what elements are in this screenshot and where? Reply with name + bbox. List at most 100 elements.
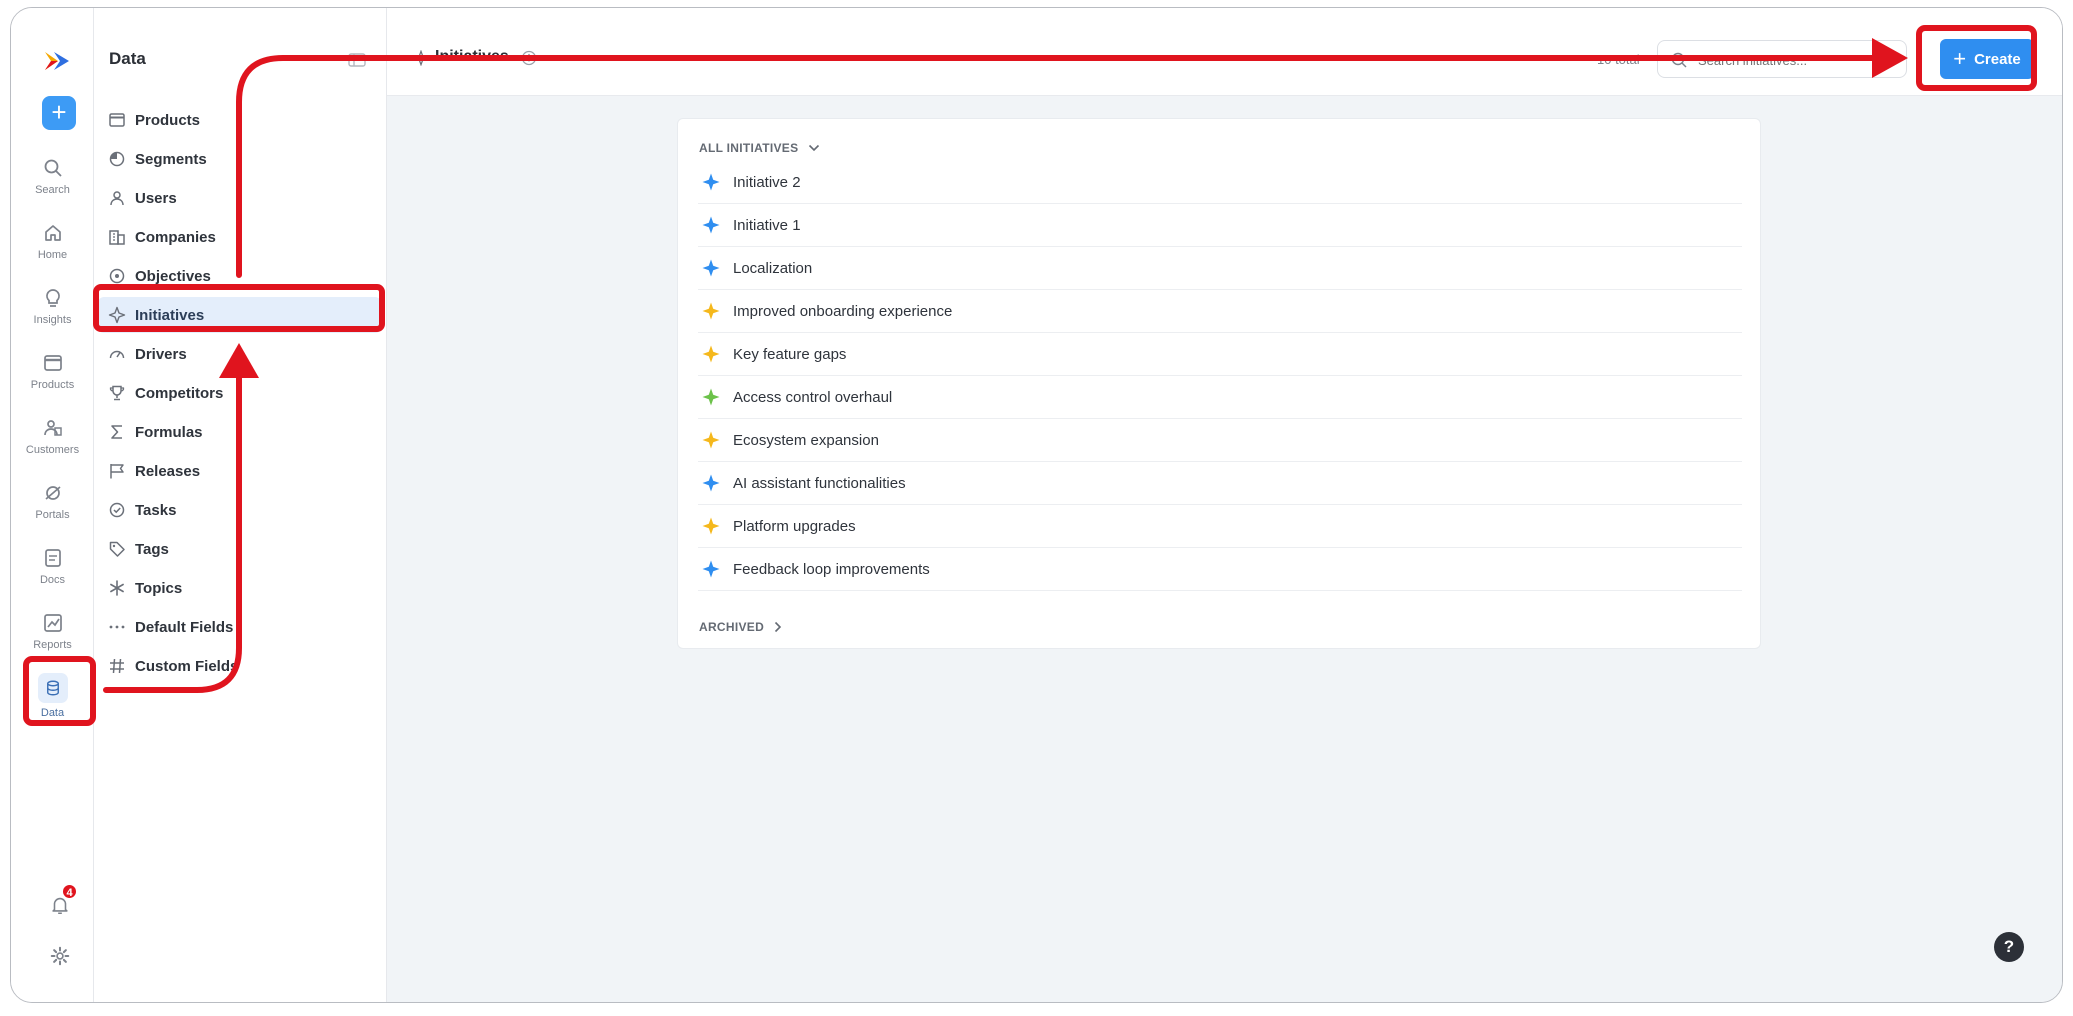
- sidebar-item-objectives[interactable]: Objectives: [98, 258, 381, 294]
- rail-item-search[interactable]: Search: [11, 156, 94, 196]
- sidebar-item-users[interactable]: Users: [98, 180, 381, 216]
- list-item[interactable]: Initiative 2: [698, 161, 1742, 204]
- sidebar-item-label: Custom Fields: [135, 657, 239, 675]
- rail-label: Customers: [25, 444, 80, 456]
- initiative-name: Localization: [733, 259, 813, 277]
- rail-label: Home: [37, 249, 68, 261]
- initiative-name: Feedback loop improvements: [733, 560, 930, 578]
- initiative-name: Access control overhaul: [733, 388, 893, 406]
- list-item[interactable]: Ecosystem expansion: [698, 419, 1742, 462]
- create-button-label: Create: [1974, 50, 2021, 68]
- rail-label: Docs: [39, 574, 66, 586]
- search-input[interactable]: [1698, 49, 1898, 71]
- rail-item-products[interactable]: Products: [11, 351, 94, 391]
- initiative-star-icon: [702, 388, 720, 406]
- initiative-name: Ecosystem expansion: [733, 431, 879, 449]
- hash-icon: [110, 658, 124, 674]
- group-header-label: ALL INITIATIVES: [699, 141, 799, 155]
- list-item[interactable]: Key feature gaps: [698, 333, 1742, 376]
- list-item[interactable]: AI assistant functionalities: [698, 462, 1742, 505]
- initiative-star-icon: [702, 173, 720, 191]
- initiative-name: Initiative 2: [733, 173, 801, 191]
- sidebar-item-formulas[interactable]: Formulas: [98, 414, 381, 450]
- sidebar-item-default-fields[interactable]: Default Fields: [98, 609, 381, 645]
- asterisk-icon: [110, 580, 124, 596]
- list-item[interactable]: Feedback loop improvements: [698, 548, 1742, 591]
- rail-item-insights[interactable]: Insights: [11, 286, 94, 326]
- list-item[interactable]: Initiative 1: [698, 204, 1742, 247]
- sidebar-item-label: Releases: [135, 462, 201, 480]
- sidebar-item-tasks[interactable]: Tasks: [98, 492, 381, 528]
- sidebar-item-label: Segments: [135, 150, 207, 168]
- rail-label: Data: [40, 707, 65, 719]
- rail-item-data[interactable]: Data: [11, 673, 94, 719]
- portal-icon: [44, 486, 61, 500]
- sidebar-title: Data: [109, 49, 146, 68]
- list-item[interactable]: Access control overhaul: [698, 376, 1742, 419]
- info-icon[interactable]: [521, 50, 537, 66]
- gauge-icon: [109, 350, 125, 359]
- sidebar-item-label: Formulas: [135, 423, 203, 441]
- sidebar-item-products[interactable]: Products: [98, 102, 381, 138]
- create-button[interactable]: + Create: [1940, 39, 2034, 79]
- initiative-name: Initiative 1: [733, 216, 801, 234]
- rail-item-reports[interactable]: Reports: [11, 611, 94, 651]
- chevron-right-icon: [775, 621, 782, 633]
- initiative-star-icon: [702, 431, 720, 449]
- help-button[interactable]: ?: [1994, 932, 2024, 962]
- trophy-icon: [109, 385, 125, 401]
- rail-item-docs[interactable]: Docs: [11, 546, 94, 586]
- database-icon: [46, 680, 59, 696]
- initiative-name: AI assistant functionalities: [733, 474, 906, 492]
- list-item[interactable]: Platform upgrades: [698, 505, 1742, 548]
- pie-icon: [109, 151, 125, 167]
- sidebar-item-label: Tags: [135, 540, 169, 558]
- sidebar-item-topics[interactable]: Topics: [98, 570, 381, 606]
- gear-icon[interactable]: [49, 945, 71, 967]
- sidebar-item-companies[interactable]: Companies: [98, 219, 381, 255]
- sidebar-item-tags[interactable]: Tags: [98, 531, 381, 567]
- sparkle-icon: [108, 306, 126, 324]
- home-icon: [44, 225, 61, 241]
- window-icon: [109, 113, 125, 127]
- flag-icon: [110, 464, 124, 479]
- chart-icon: [43, 614, 62, 632]
- app-logo-icon[interactable]: [44, 50, 70, 72]
- list-item[interactable]: Localization: [698, 247, 1742, 290]
- initiative-star-icon: [702, 517, 720, 535]
- sidebar-item-label: Users: [135, 189, 177, 207]
- sidebar-item-initiatives[interactable]: Initiatives: [98, 297, 381, 333]
- sidebar-item-custom-fields[interactable]: Custom Fields: [98, 648, 381, 684]
- lightbulb-icon: [45, 289, 60, 307]
- sidebar-item-competitors[interactable]: Competitors: [98, 375, 381, 411]
- sidebar-item-releases[interactable]: Releases: [98, 453, 381, 489]
- rail-item-home[interactable]: Home: [11, 221, 94, 261]
- group-header-archived[interactable]: ARCHIVED: [699, 620, 782, 634]
- user-icon: [110, 191, 124, 206]
- sidebar-item-label: Competitors: [135, 384, 224, 402]
- initiative-star-icon: [702, 474, 720, 492]
- group-header-all-initiatives[interactable]: ALL INITIATIVES: [699, 141, 820, 155]
- sidebar-item-drivers[interactable]: Drivers: [98, 336, 381, 372]
- target-icon: [109, 268, 125, 284]
- main-content: Initiatives 10 total + Create ALL INITIA…: [387, 8, 2062, 1002]
- search-box[interactable]: [1657, 40, 1907, 78]
- check-circle-icon: [109, 502, 125, 518]
- rail-item-customers[interactable]: Customers: [11, 416, 94, 456]
- initiatives-list-card: ALL INITIATIVES Initiative 2 Initiative 1…: [677, 118, 1761, 649]
- initiative-star-icon: [702, 345, 720, 363]
- rail-label: Insights: [33, 314, 72, 326]
- initiative-name: Platform upgrades: [733, 517, 856, 535]
- chevron-down-icon: [809, 144, 820, 152]
- quick-add-button[interactable]: +: [42, 96, 76, 130]
- list-item[interactable]: Improved onboarding experience: [698, 290, 1742, 333]
- sparkle-icon: [413, 50, 429, 66]
- collapse-sidebar-icon[interactable]: [348, 53, 366, 67]
- sidebar-item-label: Tasks: [135, 501, 177, 519]
- rail-item-portals[interactable]: Portals: [11, 481, 94, 521]
- rail-label: Search: [35, 184, 70, 196]
- app-window: + Search Home Insights Products Customer…: [10, 7, 2063, 1003]
- more-dots-icon: [109, 625, 125, 629]
- sidebar-item-segments[interactable]: Segments: [98, 141, 381, 177]
- building-icon: [109, 230, 125, 245]
